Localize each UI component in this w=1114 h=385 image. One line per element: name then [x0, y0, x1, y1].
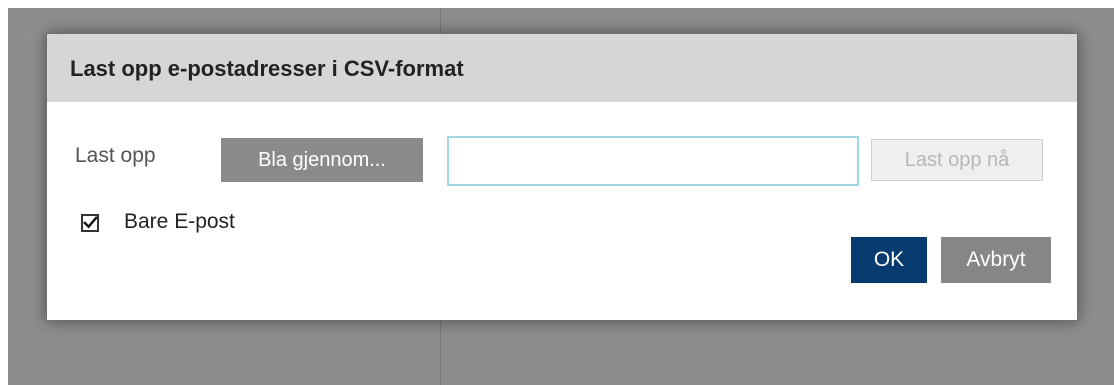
cancel-button[interactable]: Avbryt — [941, 237, 1051, 283]
upload-csv-dialog: Last opp e-postadresser i CSV-format Las… — [46, 33, 1078, 321]
browse-button[interactable]: Bla gjennom... — [221, 138, 423, 182]
email-only-label: Bare E-post — [124, 210, 235, 233]
ok-button[interactable]: OK — [851, 237, 927, 283]
dialog-title: Last opp e-postadresser i CSV-format — [70, 56, 464, 81]
upload-now-button[interactable]: Last opp nå — [871, 139, 1043, 181]
dialog-header: Last opp e-postadresser i CSV-format — [47, 34, 1077, 102]
file-path-input[interactable] — [447, 136, 859, 186]
checkmark-icon — [83, 216, 98, 229]
upload-label: Last opp — [75, 144, 156, 167]
email-only-checkbox[interactable] — [81, 214, 99, 232]
